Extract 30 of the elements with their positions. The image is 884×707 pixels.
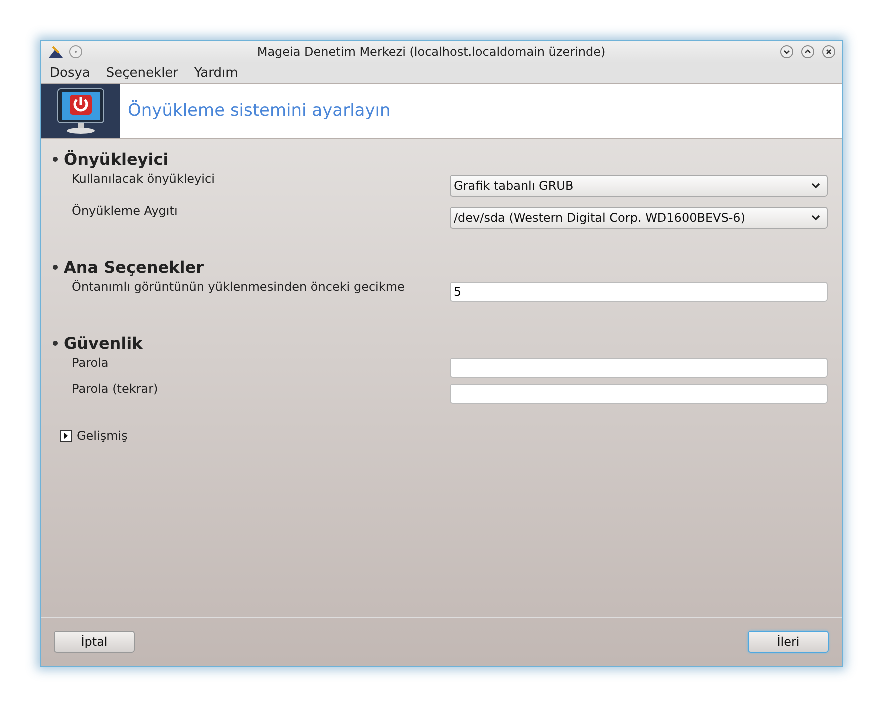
input-field[interactable]: 5 bbox=[450, 282, 828, 302]
field-label: Parola bbox=[72, 355, 109, 371]
input-field[interactable] bbox=[450, 384, 828, 404]
section-heading: Güvenlik bbox=[64, 334, 143, 352]
field-label: Parola (tekrar) bbox=[72, 381, 158, 397]
menu-item[interactable]: Seçenekler bbox=[106, 66, 179, 80]
next-button[interactable]: İleri bbox=[748, 631, 829, 653]
field-label: Öntanımlı görüntünün yüklenmesinden önceki gecikme bbox=[72, 279, 405, 295]
chevron-down-icon bbox=[811, 182, 821, 190]
app-icon bbox=[47, 44, 65, 60]
close-button[interactable] bbox=[822, 45, 836, 59]
page-heading: Önyükleme sistemini ayarlayın bbox=[128, 101, 391, 121]
field-label: Önyükleme Aygıtı bbox=[72, 203, 178, 219]
input-field[interactable] bbox=[450, 358, 828, 378]
section-heading: Ana Seçenekler bbox=[64, 258, 204, 276]
expander-label[interactable]: Gelişmiş bbox=[77, 429, 128, 443]
field-label: Kullanılacak önyükleyici bbox=[72, 171, 215, 187]
minimize-button[interactable] bbox=[780, 45, 794, 59]
menu-item[interactable]: Dosya bbox=[50, 66, 90, 80]
bullet-icon bbox=[53, 156, 58, 162]
chevron-down-icon bbox=[811, 214, 821, 222]
maximize-button[interactable] bbox=[801, 45, 815, 59]
dropdown[interactable]: Grafik tabanlı GRUB bbox=[450, 175, 828, 197]
bullet-icon bbox=[53, 264, 58, 270]
bullet-icon bbox=[53, 340, 58, 346]
section-heading: Önyükleyici bbox=[64, 150, 169, 168]
menu-item[interactable]: Yardım bbox=[194, 66, 238, 80]
cancel-button[interactable]: İptal bbox=[54, 631, 135, 653]
window-title: Mageia Denetim Merkezi (localhost.localdomain üzerinde) bbox=[256, 45, 607, 59]
dropdown[interactable]: /dev/sda (Western Digital Corp. WD1600BEVS-6) bbox=[450, 207, 828, 229]
